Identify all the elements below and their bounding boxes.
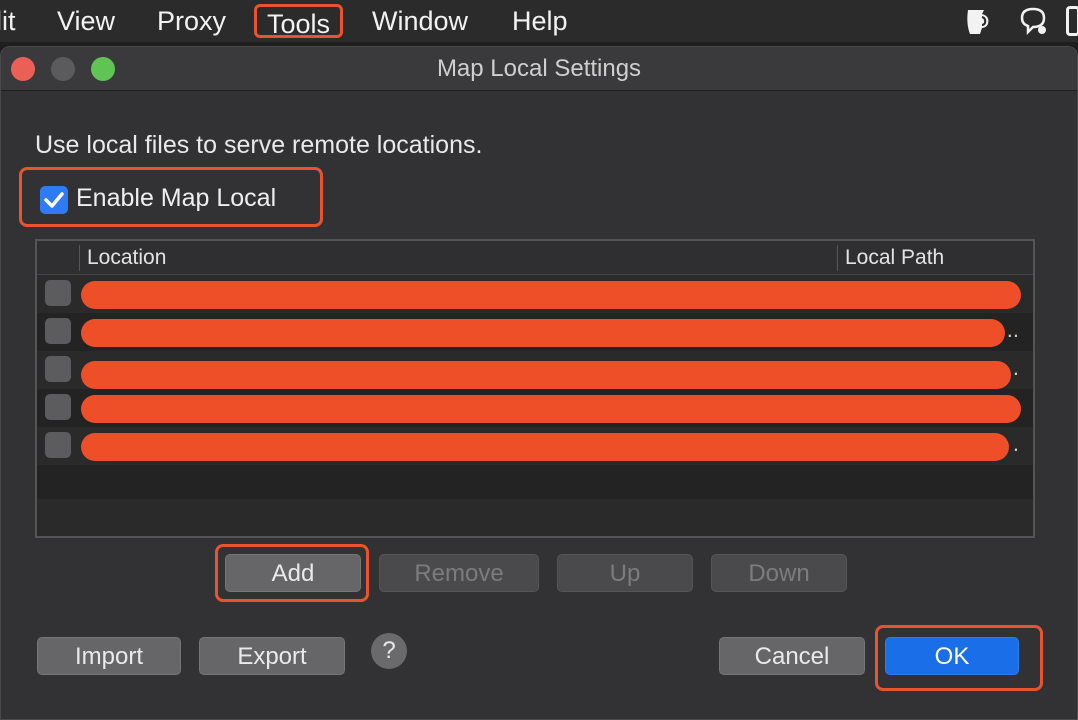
window-title: Map Local Settings xyxy=(436,55,642,82)
table-row[interactable]: .. xyxy=(37,313,1033,351)
charles-jug-icon[interactable] xyxy=(960,4,994,38)
remove-button[interactable]: Remove xyxy=(379,554,539,592)
down-button[interactable]: Down xyxy=(711,554,847,592)
menu-help[interactable]: Help xyxy=(512,4,568,38)
import-button[interactable]: Import xyxy=(37,637,181,675)
chat-bubble-icon[interactable] xyxy=(1016,4,1050,38)
menu-view[interactable]: View xyxy=(57,4,115,38)
redacted-content xyxy=(81,433,1009,461)
row-enable-checkbox[interactable] xyxy=(45,318,71,344)
menu-proxy[interactable]: Proxy xyxy=(157,4,226,38)
row-enable-checkbox[interactable] xyxy=(45,394,71,420)
column-header-local-path[interactable]: Local Path xyxy=(845,241,944,275)
redacted-content xyxy=(81,319,1005,347)
menu-bar: lit View Proxy Tools Window Help xyxy=(0,0,1078,42)
row-enable-checkbox[interactable] xyxy=(45,280,71,306)
menu-tools[interactable]: Tools xyxy=(254,4,344,39)
column-header-location[interactable]: Location xyxy=(87,241,166,275)
partial-icon xyxy=(1066,6,1078,36)
menu-window[interactable]: Window xyxy=(372,4,468,38)
table-row[interactable]: . xyxy=(37,351,1033,389)
table-header: Location Local Path xyxy=(37,241,1033,275)
checkmark-icon xyxy=(44,192,64,208)
enable-map-local-label[interactable]: Enable Map Local xyxy=(76,184,276,213)
add-button[interactable]: Add xyxy=(225,554,361,592)
row-enable-checkbox[interactable] xyxy=(45,432,71,458)
mappings-table: Location Local Path .. . . xyxy=(35,239,1035,538)
enable-map-local-highlight: Enable Map Local xyxy=(19,167,323,227)
enable-map-local-checkbox[interactable] xyxy=(40,186,68,214)
row-enable-checkbox[interactable] xyxy=(45,356,71,382)
redacted-content xyxy=(81,361,1011,389)
truncation-ellipsis: .. xyxy=(1006,317,1019,342)
column-separator[interactable] xyxy=(837,245,838,271)
description-text: Use local files to serve remote location… xyxy=(35,131,483,159)
table-row[interactable] xyxy=(37,389,1033,427)
map-local-settings-window: Map Local Settings Use local files to se… xyxy=(0,46,1078,720)
cancel-button[interactable]: Cancel xyxy=(719,637,865,675)
empty-table-row xyxy=(37,499,1033,533)
table-row[interactable] xyxy=(37,275,1033,313)
empty-table-row xyxy=(37,465,1033,499)
menu-edit[interactable]: lit xyxy=(0,4,16,38)
table-row[interactable]: . xyxy=(37,427,1033,465)
column-separator xyxy=(79,245,80,271)
export-button[interactable]: Export xyxy=(199,637,345,675)
redacted-content xyxy=(81,395,1021,423)
ok-button[interactable]: OK xyxy=(885,637,1019,675)
up-button[interactable]: Up xyxy=(557,554,693,592)
truncation-ellipsis: . xyxy=(1012,355,1019,380)
title-bar: Map Local Settings xyxy=(1,47,1077,91)
truncation-ellipsis: . xyxy=(1012,431,1019,456)
redacted-content xyxy=(81,281,1021,309)
help-button[interactable]: ? xyxy=(371,633,407,669)
